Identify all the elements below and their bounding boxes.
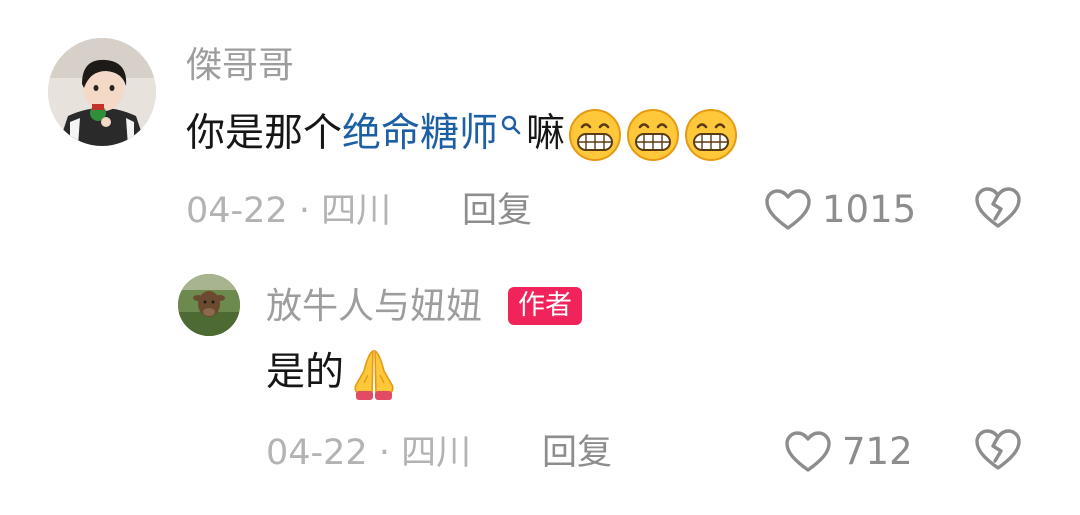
folded-hands-icon: [346, 345, 402, 401]
like-button[interactable]: 1015: [764, 186, 916, 234]
broken-heart-icon[interactable]: [974, 428, 1022, 472]
reply-button[interactable]: 回复: [462, 189, 532, 233]
keyword-text: 绝命糖师: [342, 111, 499, 156]
like-count: 712: [842, 430, 913, 473]
grinning-face-icon: [625, 106, 681, 162]
reply-date-location: 04-22 · 四川: [266, 433, 472, 473]
comment-text-part: 你是那个: [186, 111, 343, 156]
reply-text-part: 是的: [266, 350, 345, 395]
comment-date-location: 04-22 · 四川: [186, 191, 392, 231]
user-avatar[interactable]: [178, 274, 240, 336]
username[interactable]: 傑哥哥: [186, 44, 294, 88]
author-badge: 作者: [508, 287, 582, 325]
search-icon: [500, 114, 522, 140]
like-count: 1015: [822, 188, 917, 231]
grinning-face-icon: [683, 106, 739, 162]
keyword-search-link[interactable]: 绝命糖师: [342, 106, 526, 162]
heart-icon: [765, 189, 811, 230]
comment-text-part: 嘛: [526, 111, 566, 156]
comment-thread: 傑哥哥 你是那个 绝命糖师 嘛 04-22 · 四川 回复 1015 放牛人与妞…: [0, 0, 1080, 515]
comment-text: 你是那个 绝命糖师 嘛: [186, 106, 739, 162]
like-button[interactable]: 712: [784, 428, 913, 476]
username[interactable]: 放牛人与妞妞: [266, 285, 482, 329]
reply-button[interactable]: 回复: [542, 431, 612, 475]
grinning-face-icon: [567, 106, 623, 162]
reply-text: 是的: [266, 345, 402, 401]
broken-heart-icon[interactable]: [974, 186, 1022, 230]
user-avatar[interactable]: [48, 38, 156, 146]
heart-icon: [785, 431, 831, 472]
